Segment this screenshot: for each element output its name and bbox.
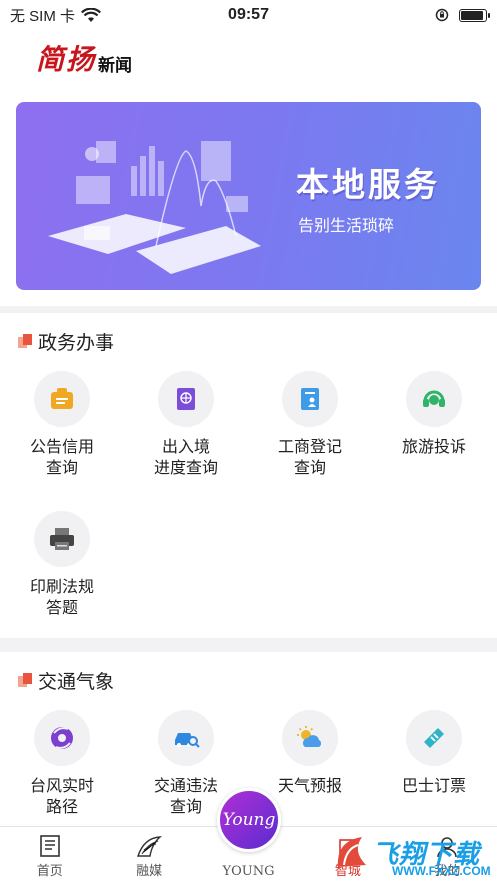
tab-home[interactable]: 首页: [0, 827, 99, 883]
service-printing-regulation[interactable]: 印刷法规 答题: [0, 509, 124, 649]
cell-label: 交通违法 查询: [153, 778, 218, 816]
local-service-banner[interactable]: 本地服务 告别生活琐碎: [16, 102, 481, 290]
section-marker-icon: [18, 334, 32, 348]
weather-icon: [282, 710, 338, 766]
newspaper-icon: [39, 835, 60, 857]
cell-label: 出入境 进度查询: [153, 439, 218, 477]
passport-icon: [158, 371, 214, 427]
government-grid: 公告信用 查询 出入境 进度查询 工商登记 查询 旅游投诉 印刷法规 答题: [0, 369, 497, 649]
headset-icon: [406, 371, 462, 427]
status-left: 无 SIM 卡: [10, 5, 101, 26]
wifi-icon: [81, 7, 101, 22]
tab-label: YOUNG: [222, 864, 275, 879]
status-time: 09:57: [228, 6, 269, 23]
tab-media[interactable]: 融媒: [99, 827, 198, 883]
status-bar: 无 SIM 卡 09:57: [0, 0, 497, 30]
ticket-icon: [406, 710, 462, 766]
service-exit-entry[interactable]: 出入境 进度查询: [124, 369, 248, 509]
service-business-registration[interactable]: 工商登记 查询: [248, 369, 372, 509]
service-typhoon-path[interactable]: 台风实时 路径: [0, 708, 124, 826]
typhoon-icon: [34, 710, 90, 766]
section-title-government: 政务办事: [0, 313, 497, 369]
section-title-text: 政务办事: [38, 332, 115, 354]
cell-label: 巴士订票: [401, 778, 466, 795]
watermark: 飞翔下载 WWW.FXXZ.COM: [332, 822, 497, 883]
section-title-traffic: 交通气象: [0, 652, 497, 708]
status-right: [435, 8, 490, 22]
government-section: 政务办事 公告信用 查询 出入境 进度查询 工商登记 查询 旅游投诉 印刷法规 …: [0, 313, 497, 638]
media-icon: [137, 836, 163, 857]
young-logo-button[interactable]: Young: [217, 788, 281, 852]
cell-label: 印刷法规 答题: [29, 579, 94, 617]
young-logo-text: Young: [222, 810, 276, 830]
banner-subtitle: 告别生活琐碎: [298, 218, 395, 235]
cell-label: 天气预报: [277, 778, 342, 795]
registration-icon: [282, 371, 338, 427]
app-header: 简扬 新闻: [0, 30, 497, 86]
printer-icon: [34, 511, 90, 567]
watermark-url: WWW.FXXZ.COM: [392, 864, 491, 878]
section-marker-icon: [18, 673, 32, 687]
battery-icon: [459, 8, 490, 22]
cell-label: 台风实时 路径: [29, 778, 94, 816]
battery-fill: [461, 10, 483, 20]
cell-label: 公告信用 查询: [29, 439, 94, 477]
carrier-label: 无 SIM 卡: [10, 7, 76, 25]
orientation-lock-icon: [435, 8, 449, 22]
notice-icon: [34, 371, 90, 427]
banner-title: 本地服务: [296, 166, 440, 203]
cell-label: 旅游投诉: [401, 439, 466, 456]
data-illustration-icon: [48, 141, 261, 274]
tab-label: 首页: [36, 863, 63, 878]
logo-sub: 新闻: [98, 55, 133, 76]
section-title-text: 交通气象: [38, 671, 115, 693]
tab-label: 融媒: [136, 863, 163, 878]
service-travel-complaint[interactable]: 旅游投诉: [372, 369, 496, 509]
service-bus-ticket[interactable]: 巴士订票: [372, 708, 496, 826]
cell-label: 工商登记 查询: [277, 439, 342, 477]
logo-main: 简扬: [36, 43, 97, 76]
banner-container: 本地服务 告别生活琐碎: [0, 86, 497, 306]
watermark-logo-icon: [337, 836, 366, 867]
car-search-icon: [158, 710, 214, 766]
service-notice-credit[interactable]: 公告信用 查询: [0, 369, 124, 509]
